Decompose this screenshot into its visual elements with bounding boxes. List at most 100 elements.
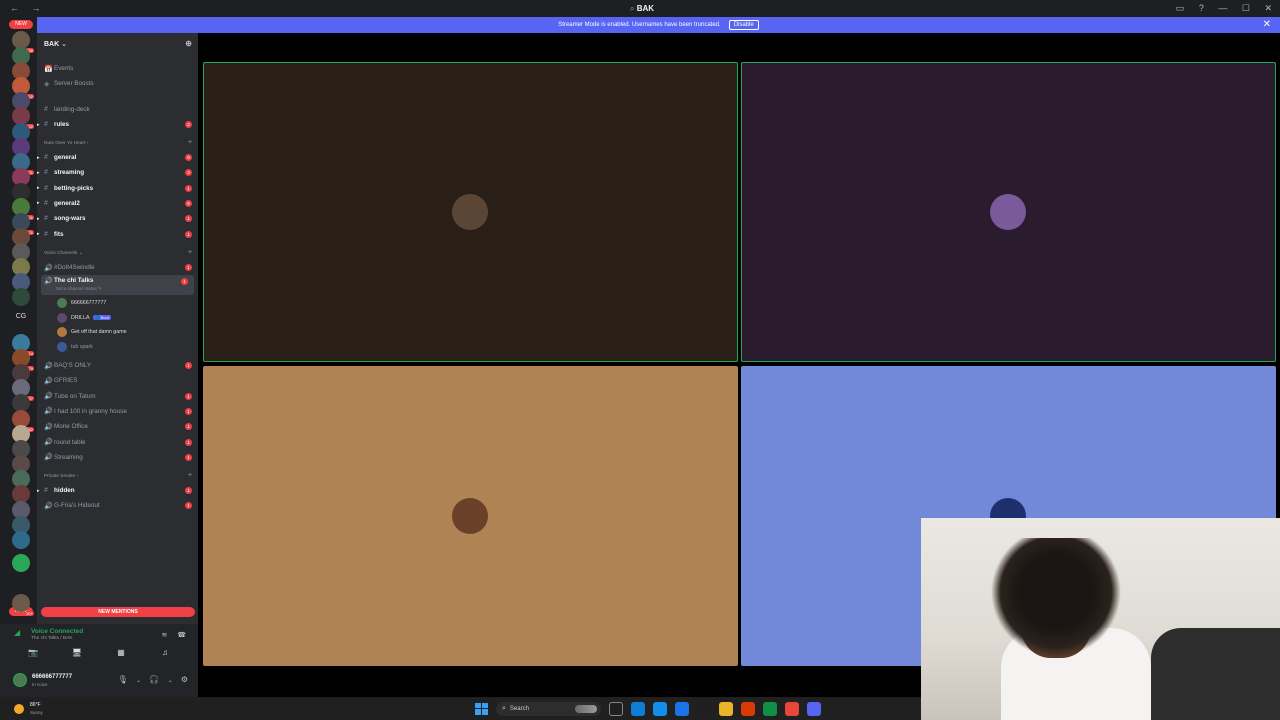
signal-icon[interactable]: ◢ [14, 628, 20, 637]
start-pane-icon [475, 702, 481, 708]
taskbar-app-icon[interactable] [719, 701, 733, 716]
set-status-link[interactable]: Set a channel status ✎ [56, 286, 102, 292]
streamer-mode-notice: Streamer Mode is enabled. Usernames have… [37, 17, 1280, 33]
windows-start-icon[interactable] [474, 702, 488, 716]
taskbar-app-icon[interactable] [807, 701, 821, 716]
soundboard-button[interactable]: ♫ [143, 648, 187, 660]
participant-tile[interactable] [741, 62, 1276, 362]
disconnect-icon[interactable]: ☎ [177, 632, 186, 639]
forward-arrow-icon[interactable]: → [32, 3, 41, 13]
category-nuts-over-yo-heart[interactable]: Nuts Over Yo Heart › + [44, 139, 192, 146]
voice-channel[interactable]: 🔊 I had 100 in granny house 1 [37, 405, 198, 418]
channel-fits[interactable]: ▸ # fits 1 [37, 228, 198, 241]
channel-general[interactable]: ▸ # general 9 [37, 151, 198, 164]
avatar[interactable] [13, 673, 27, 687]
voice-channel[interactable]: 🔊 round table 1 [37, 436, 198, 449]
add-friend-icon[interactable]: ⊕ [185, 39, 192, 48]
voice-participant[interactable]: Get off that damn game [57, 326, 127, 338]
category-voice-channels[interactable]: Voice Channels ⌄ + [44, 249, 192, 256]
unread-marker: ▸ [37, 154, 40, 161]
channel-landing-deck[interactable]: # landing-deck [37, 103, 198, 116]
channel-betting-picks[interactable]: ▸ # betting-picks 1 [37, 182, 198, 195]
channel-label: #DoIt4Swindle [54, 264, 95, 271]
events-item[interactable]: 📅 Events [37, 62, 198, 75]
new-mentions-button[interactable]: NEW MENTIONS [41, 607, 195, 617]
taskbar-app-icon[interactable] [785, 701, 799, 716]
window-title[interactable]: BAK [630, 4, 654, 14]
server-boosts-item[interactable]: ◈ Server Boosts [37, 77, 198, 90]
close-button[interactable]: ✕ [1264, 3, 1272, 13]
channel-rules[interactable]: ▸ # rules 2 [37, 118, 198, 131]
taskbar-app-icon[interactable] [653, 701, 667, 716]
avatar[interactable] [452, 194, 488, 230]
headphones-icon[interactable]: 🎧 [149, 675, 159, 684]
avatar[interactable] [990, 194, 1026, 230]
voice-participant[interactable]: DRILLA 🔵 Boot [57, 312, 111, 324]
taskbar-app-icon[interactable] [675, 701, 689, 716]
server-icon[interactable] [12, 531, 30, 549]
create-channel-icon[interactable]: + [188, 249, 192, 256]
help-icon[interactable]: ? [1199, 3, 1204, 13]
taskbar-app-icon[interactable] [697, 701, 711, 716]
participant-tile[interactable] [203, 62, 738, 362]
voice-channel[interactable]: 🔊 GFRIES [37, 374, 198, 387]
create-channel-icon[interactable]: + [188, 139, 192, 146]
screen-share-button[interactable]: 🖥 [55, 648, 99, 660]
voice-channel[interactable]: 🔊 Mone Office 1 [37, 420, 198, 433]
chevron-down-icon[interactable]: ⌄ [136, 678, 141, 684]
voice-channel[interactable]: 🔊 BAQ'S ONLY 1 [37, 359, 198, 372]
voice-channel[interactable]: 🔊 Streaming 1 [37, 451, 198, 464]
voice-channel-the-chi-talks[interactable]: 🔊 The chi Talks Set a channel status ✎ 1 [41, 275, 194, 295]
back-arrow-icon[interactable]: ← [10, 3, 19, 13]
taskbar-search[interactable]: ⌕ Search [496, 701, 601, 716]
chevron-down-icon[interactable]: ⌄ [168, 678, 173, 684]
history-nav: ← → [10, 3, 51, 13]
maximize-button[interactable]: ☐ [1242, 3, 1250, 13]
category-private-smoke[interactable]: Private Smoke › + [44, 472, 192, 479]
unread-marker: ▸ [37, 215, 40, 222]
new-unreads-pill[interactable]: NEW [9, 20, 33, 29]
voice-participant[interactable]: tub spark [57, 341, 93, 353]
taskbar-app-icon[interactable] [631, 701, 645, 716]
server-header[interactable]: BAK ⌄ ⊕ [37, 33, 198, 55]
camera-button[interactable]: 📷 [11, 648, 55, 660]
noise-suppression-icon[interactable]: ≋ [161, 632, 167, 639]
close-icon[interactable]: ✕ [1263, 19, 1271, 30]
participant-tile[interactable] [203, 366, 738, 666]
mention-badge: 1 [185, 230, 192, 238]
server-icon[interactable]: 20+ [12, 594, 34, 616]
channel-sidebar: BAK ⌄ ⊕ 📅 Events ◈ Server Boosts # landi… [37, 33, 198, 624]
inbox-icon[interactable]: ▭ [1176, 3, 1185, 13]
private-channel[interactable]: ▸ # hidden 1 [37, 484, 198, 497]
taskbar-app-icon[interactable] [741, 701, 755, 716]
channel-streaming[interactable]: ▸ # streaming 3 [37, 166, 198, 179]
mention-badge: 1 [185, 423, 192, 431]
voice-connected-status[interactable]: Voice Connected [31, 628, 83, 635]
voice-channel[interactable]: 🔊 Tube on Tatum 1 [37, 390, 198, 403]
channel-general2[interactable]: ▸ # general2 8 [37, 197, 198, 210]
gear-icon[interactable]: ⚙ [181, 675, 188, 684]
server-icon[interactable] [12, 554, 30, 572]
channel-icon: 🔊 [44, 502, 53, 510]
channel-song-wars[interactable]: ▸ # song-wars 1 [37, 212, 198, 225]
avatar[interactable] [452, 498, 488, 534]
taskbar-app-icon[interactable] [609, 701, 623, 716]
server-icon[interactable] [12, 288, 30, 306]
voice-participant[interactable]: 666666777777 [57, 297, 106, 309]
voice-channel-doit4swindle[interactable]: 🔊 #DoIt4Swindle 1 [37, 261, 198, 274]
channel-label: streaming [54, 169, 85, 177]
activity-button[interactable]: ▦ [99, 648, 143, 660]
voice-channel-path[interactable]: The chi Talks / BAK [31, 636, 73, 641]
mention-badge: 1 [185, 487, 192, 494]
mention-badge: 1 [185, 438, 192, 446]
current-user[interactable]: 666666777777 In voice 🎙 ⌄ 🎧 ⌄ ⚙ [13, 671, 188, 689]
guild-cg[interactable]: CG [12, 313, 30, 327]
private-channel[interactable]: 🔊 G-Fria's Hideout 1 [37, 499, 198, 512]
unread-marker: ▸ [37, 185, 40, 192]
speaker-icon: 🔊 [44, 454, 53, 462]
taskbar-app-icon[interactable] [763, 701, 777, 716]
minimize-button[interactable]: — [1218, 3, 1227, 13]
disable-streamer-button[interactable]: Disable [728, 20, 759, 30]
microphone-icon[interactable]: 🎙 [118, 675, 128, 684]
create-channel-icon[interactable]: + [188, 472, 192, 479]
